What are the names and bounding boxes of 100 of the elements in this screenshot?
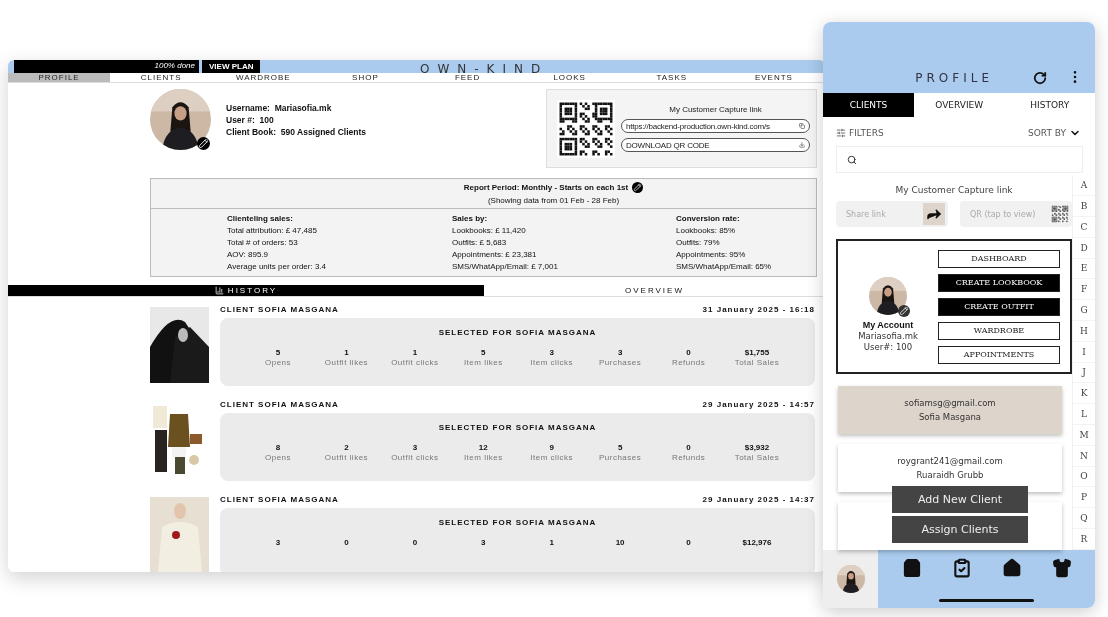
alphabet-letter[interactable]: F <box>1073 279 1095 301</box>
account-title: My Account <box>862 320 914 331</box>
alphabet-letter[interactable]: H <box>1073 320 1095 342</box>
stat-value: 1 <box>412 348 418 357</box>
stat-value: 0 <box>412 538 418 547</box>
report-line: Appointments: 95% <box>676 250 747 259</box>
stat-label: Total Sales <box>734 358 780 367</box>
alphabet-letter[interactable]: L <box>1073 404 1095 425</box>
phone-title: PROFILE <box>915 70 993 85</box>
report-heading: Sales by: <box>452 214 489 223</box>
report-line: Lookbooks: £ 11,420 <box>452 226 527 235</box>
edit-icon[interactable] <box>632 182 644 193</box>
share-icon[interactable] <box>923 203 945 226</box>
shirt-icon[interactable] <box>1051 558 1072 579</box>
history-tab[interactable]: HISTORY <box>8 285 484 296</box>
report-line: Average units per order: 3.4 <box>227 262 328 271</box>
account-action-button[interactable]: APPOINTMENTS <box>938 345 1060 364</box>
report-line: Appointments: £ 23,381 <box>452 250 538 259</box>
alphabet-letter[interactable]: Q <box>1073 508 1095 529</box>
search-field[interactable] <box>836 146 1083 174</box>
alphabet-letter[interactable]: J <box>1073 362 1095 384</box>
stat-label: Opens <box>264 453 292 462</box>
alphabet-letter[interactable]: D <box>1073 237 1095 259</box>
home-icon[interactable] <box>1001 558 1022 579</box>
report-period: Report Period: Monthly - Starts on each 1st <box>463 183 629 192</box>
report-line: Outfits: £ 5,683 <box>452 238 508 247</box>
floating-button[interactable]: Assign Clients <box>892 516 1028 544</box>
alphabet-letter[interactable]: A <box>1073 175 1095 197</box>
client-name: CLIENT SOFIA MASGANA <box>220 305 339 314</box>
alphabet-letter[interactable]: M <box>1073 424 1095 446</box>
card-title: SELECTED FOR SOFIA MASGANA <box>438 518 597 527</box>
report-range: (Showing data from 01 Feb - 28 Feb) <box>487 196 620 205</box>
stat-value: 1 <box>344 348 349 357</box>
edit-icon[interactable] <box>197 137 210 150</box>
copy-icon[interactable] <box>799 123 805 129</box>
alphabet-letter[interactable]: I <box>1073 341 1095 363</box>
stat-label: Purchases <box>598 358 642 367</box>
client-card[interactable]: sofiamsg@gmail.com Sofia Masgana <box>838 386 1062 435</box>
stat-label: Item clicks <box>530 358 574 367</box>
card-title: SELECTED FOR SOFIA MASGANA <box>438 328 597 337</box>
search-icon <box>847 154 857 165</box>
alphabet-letter[interactable]: O <box>1073 466 1095 488</box>
stat-label: Opens <box>264 358 292 367</box>
logo: OWN-KIND <box>420 61 549 76</box>
stat-value: 0 <box>686 443 691 452</box>
view-plan-button[interactable]: VIEW PLAN <box>202 60 261 73</box>
alphabet-letter[interactable]: B <box>1073 196 1095 217</box>
card-title: SELECTED FOR SOFIA MASGANA <box>438 423 597 432</box>
stat-value: 3 <box>481 538 486 547</box>
stat-value: 5 <box>481 348 486 357</box>
client-email: roygrant241@gmail.com <box>897 456 1003 467</box>
account-action-button[interactable]: DASHBOARD <box>938 249 1060 268</box>
share-link-field[interactable]: Share link <box>836 201 948 228</box>
qr-field[interactable]: QR (tap to view) <box>960 201 1072 228</box>
client-name: Sofia Masgana <box>918 412 981 423</box>
report-line: Lookbooks: 85% <box>676 226 737 235</box>
report-line: SMS/WhatApp/Email: 65% <box>676 262 773 271</box>
account-action-button[interactable]: WARDROBE <box>938 321 1060 340</box>
stat-value: 12 <box>478 443 488 452</box>
nav-tab[interactable]: PROFILE <box>8 73 111 82</box>
filters-icon <box>836 128 846 139</box>
alphabet-letter[interactable]: E <box>1073 258 1095 280</box>
report-line: Outfits: 79% <box>676 238 721 247</box>
clipboard-icon[interactable] <box>951 558 972 579</box>
client-name: Ruaraidh Grubb <box>916 470 984 481</box>
stat-value: 10 <box>615 538 625 547</box>
stat-value: 3 <box>549 348 554 357</box>
stat-value: 5 <box>275 348 281 357</box>
refresh-icon[interactable] <box>1033 70 1047 85</box>
qr-input[interactable]: QR (tap to view) <box>968 208 1051 220</box>
filters-button[interactable]: FILTERS <box>836 128 884 139</box>
profile-field: Client Book: 590 Assigned Clients <box>226 127 546 137</box>
account-action-button[interactable]: CREATE OUTFIT <box>938 297 1060 316</box>
client-card[interactable]: roygrant241@gmail.com Ruaraidh Grubb <box>838 444 1062 493</box>
progress-label: 100% done <box>154 61 195 70</box>
alphabet-letter[interactable]: C <box>1073 216 1095 238</box>
chart-icon <box>214 286 224 295</box>
account-username: Mariasofia.mk <box>858 331 918 342</box>
floating-button[interactable]: Add New Client <box>892 486 1028 514</box>
report-heading: Clienteling sales: <box>227 214 294 223</box>
client-name: CLIENT SOFIA MASGANA <box>220 495 339 504</box>
stat-value: 9 <box>549 443 554 452</box>
alphabet-letter[interactable]: K <box>1073 383 1095 405</box>
phone-tab[interactable]: CLIENTS <box>823 92 914 118</box>
alphabet-letter[interactable]: R <box>1073 528 1095 550</box>
stat-value: $12,976 <box>742 538 772 547</box>
download-button[interactable]: DOWNLOAD QR CODE <box>621 138 810 152</box>
alphabet-letter[interactable]: N <box>1073 445 1095 467</box>
link-field[interactable]: https://backend-production.own-kind.com/s <box>621 119 810 133</box>
account-action-button[interactable]: CREATE LOOKBOOK <box>938 273 1060 292</box>
stat-value: 5 <box>617 443 623 452</box>
alphabet-letter[interactable]: P <box>1073 487 1095 509</box>
stat-value: 1 <box>549 538 554 547</box>
report-line: SMS/WhatApp/Email: £ 7,001 <box>452 262 559 271</box>
edit-icon[interactable] <box>898 305 910 318</box>
share-link-input[interactable]: Share link <box>844 208 923 220</box>
sort-button[interactable]: SORT BY <box>1028 127 1081 140</box>
stat-label: Outfit likes <box>324 358 369 367</box>
alphabet-letter[interactable]: G <box>1073 300 1095 321</box>
stat-label: Outfit clicks <box>391 358 439 367</box>
